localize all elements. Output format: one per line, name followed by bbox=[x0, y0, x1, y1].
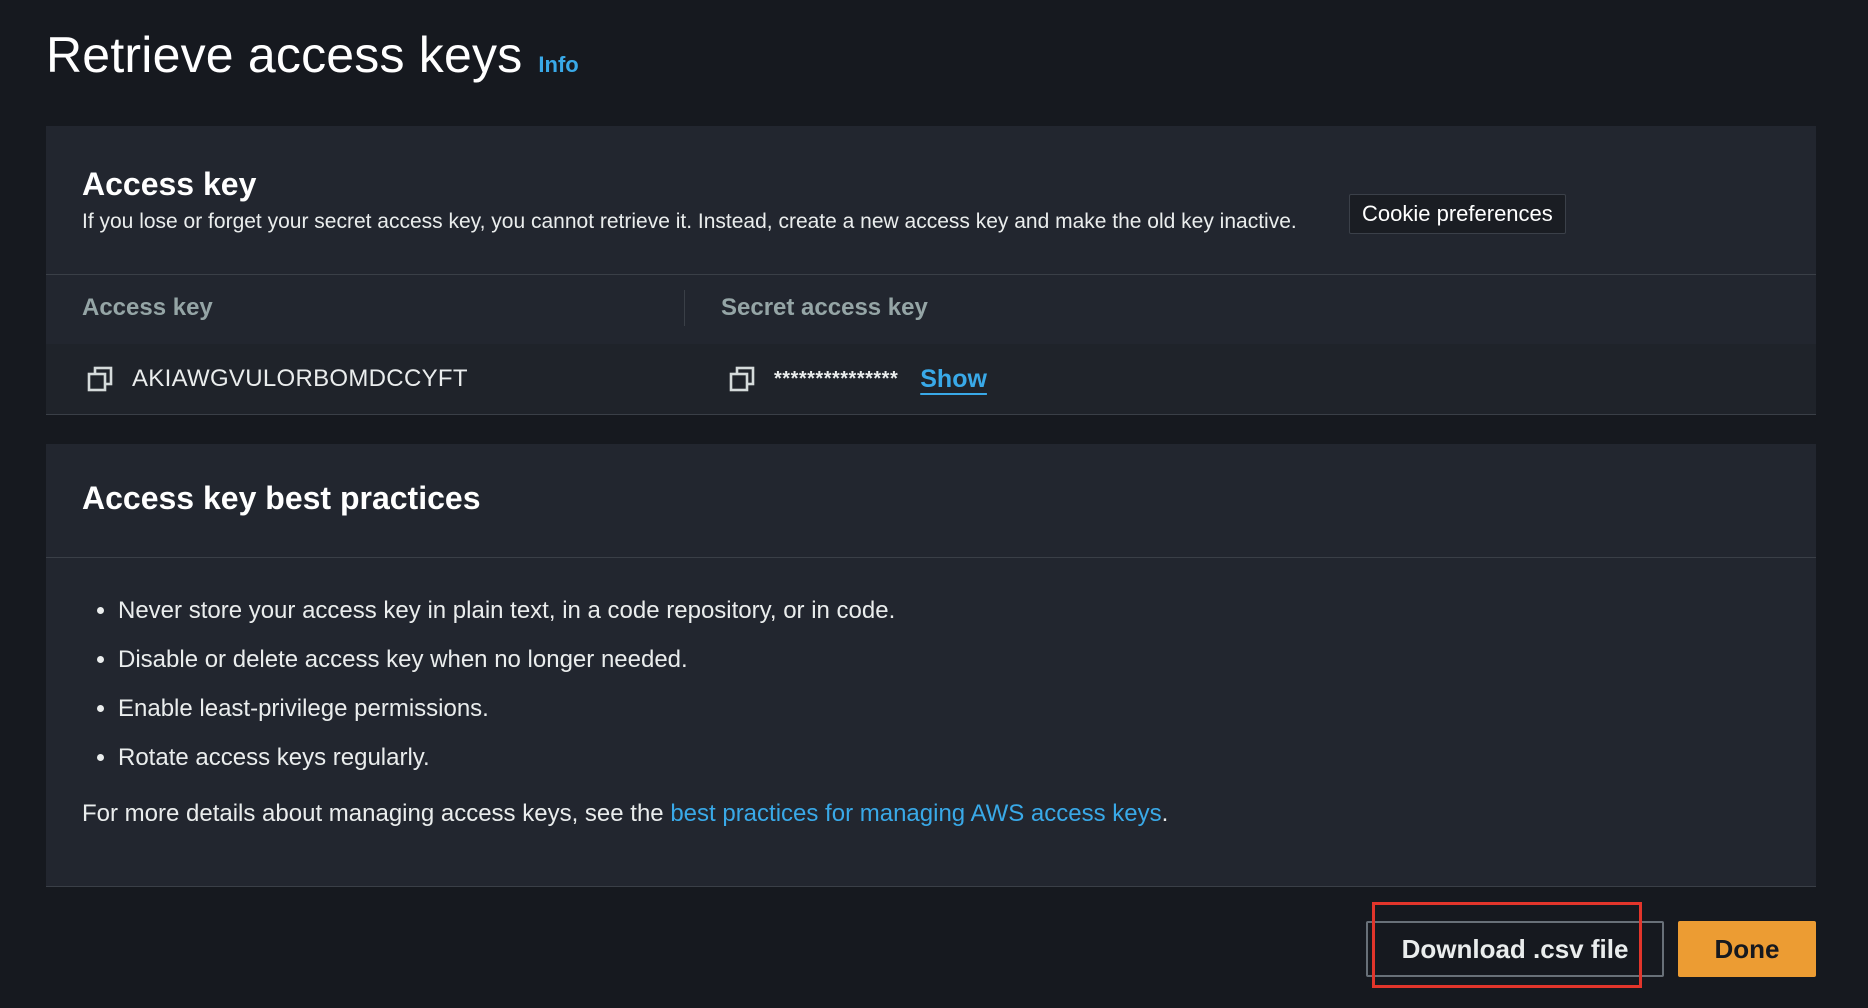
access-key-card: Access key If you lose or forget your se… bbox=[46, 126, 1816, 415]
access-key-value: AKIAWGVULORBOMDCCYFT bbox=[132, 365, 468, 392]
page-title: Retrieve access keys bbox=[46, 27, 523, 83]
keys-table-header: Access key Secret access key bbox=[46, 274, 1816, 344]
info-link[interactable]: Info bbox=[538, 52, 578, 78]
copy-icon[interactable] bbox=[86, 365, 114, 393]
table-row: AKIAWGVULORBOMDCCYFT *************** Sho… bbox=[46, 344, 1816, 414]
list-item: Enable least-privilege permissions. bbox=[118, 694, 895, 743]
page-header: Retrieve access keys Info bbox=[46, 26, 579, 84]
copy-icon[interactable] bbox=[728, 365, 756, 393]
more-details-suffix: . bbox=[1161, 800, 1169, 827]
done-button[interactable]: Done bbox=[1678, 921, 1816, 977]
retrieve-access-keys-page: Retrieve access keys Info Access key If … bbox=[0, 0, 1868, 1008]
column-header-secret-access-key: Secret access key bbox=[721, 294, 928, 321]
best-practices-divider bbox=[46, 557, 1816, 558]
access-key-card-title: Access key bbox=[82, 166, 257, 202]
list-item: Disable or delete access key when no lon… bbox=[118, 645, 895, 694]
best-practices-title: Access key best practices bbox=[82, 480, 481, 516]
more-details-prefix: For more details about managing access k… bbox=[82, 800, 671, 827]
cookie-preferences-tooltip[interactable]: Cookie preferences bbox=[1349, 194, 1566, 234]
show-secret-link[interactable]: Show bbox=[920, 365, 987, 394]
access-key-cell: AKIAWGVULORBOMDCCYFT bbox=[86, 344, 468, 414]
best-practices-card: Access key best practices Never store yo… bbox=[46, 444, 1816, 887]
list-item: Rotate access keys regularly. bbox=[118, 743, 895, 792]
column-separator bbox=[684, 290, 685, 326]
best-practices-list: Never store your access key in plain tex… bbox=[82, 596, 895, 792]
column-header-access-key: Access key bbox=[82, 294, 213, 321]
access-key-description: If you lose or forget your secret access… bbox=[82, 210, 1297, 233]
download-csv-button[interactable]: Download .csv file bbox=[1366, 921, 1664, 977]
secret-key-cell: *************** Show bbox=[728, 344, 987, 414]
secret-key-masked-value: *************** bbox=[774, 367, 899, 390]
list-item: Never store your access key in plain tex… bbox=[118, 596, 895, 645]
best-practices-link[interactable]: best practices for managing AWS access k… bbox=[670, 800, 1161, 827]
more-details-text: For more details about managing access k… bbox=[82, 800, 1168, 828]
